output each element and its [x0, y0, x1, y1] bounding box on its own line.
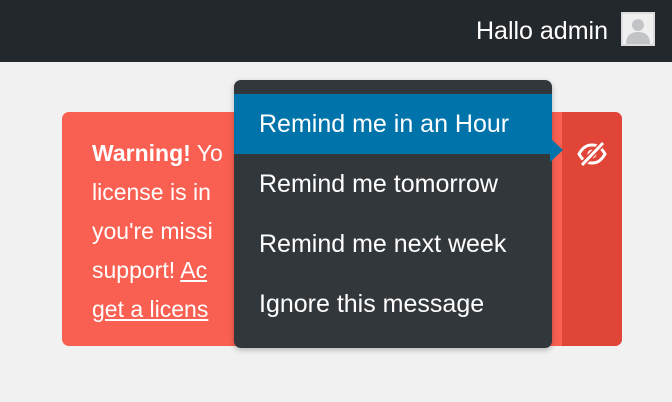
- activate-license-link[interactable]: Ac: [180, 257, 207, 283]
- get-license-link[interactable]: get a licens: [92, 296, 208, 322]
- notice-line-1-text: Yo: [190, 140, 223, 166]
- warning-label: Warning!: [92, 140, 191, 166]
- remind-menu-list: Remind me in an Hour Remind me tomorrow …: [234, 94, 552, 334]
- remind-next-week-item[interactable]: Remind me next week: [234, 214, 552, 274]
- user-greeting[interactable]: Hallo admin: [476, 0, 608, 62]
- admin-bar: Hallo admin: [0, 0, 672, 62]
- notice-line-4-text: support!: [92, 257, 181, 283]
- remind-tomorrow-item[interactable]: Remind me tomorrow: [234, 154, 552, 214]
- ignore-message-item[interactable]: Ignore this message: [234, 274, 552, 334]
- remind-hour-item[interactable]: Remind me in an Hour: [234, 94, 552, 154]
- eye-slash-icon[interactable]: [576, 138, 608, 170]
- user-avatar-icon[interactable]: [621, 12, 655, 46]
- remind-menu: Remind me in an Hour Remind me tomorrow …: [234, 80, 563, 348]
- dismiss-area[interactable]: [562, 112, 622, 346]
